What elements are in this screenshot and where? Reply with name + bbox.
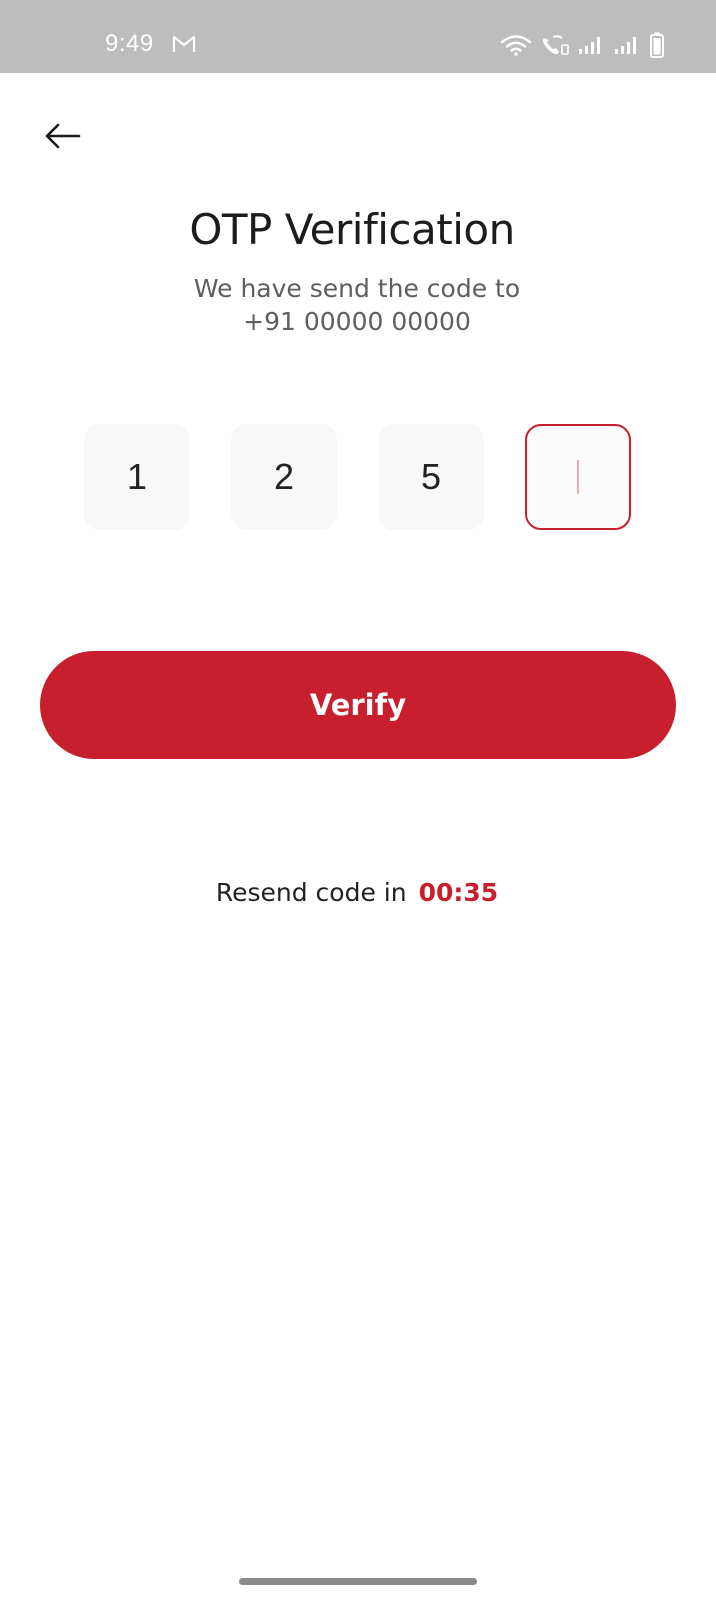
- back-button[interactable]: [38, 118, 88, 158]
- page-title: OTP Verification: [189, 205, 515, 254]
- battery-icon: [650, 32, 664, 58]
- wifi-icon: [500, 34, 532, 56]
- wifi-call-icon: [540, 34, 570, 56]
- home-indicator[interactable]: [239, 1578, 477, 1585]
- resend-row: Resend code in 00:35: [0, 878, 714, 907]
- resend-label: Resend code in: [215, 878, 407, 907]
- subtitle-line-1: We have send the code to: [193, 274, 521, 303]
- arrow-left-icon: [43, 121, 83, 155]
- status-bar: 9:49: [0, 0, 716, 73]
- otp-digit-4[interactable]: [525, 424, 631, 530]
- otp-digit-3[interactable]: 5: [378, 424, 484, 530]
- verify-button[interactable]: Verify: [40, 651, 676, 759]
- otp-input-group: 1 2 5: [84, 424, 632, 532]
- resend-timer: 00:35: [418, 878, 499, 907]
- signal-icon-2: [614, 35, 642, 55]
- signal-icon: [578, 35, 606, 55]
- status-time: 9:49: [105, 30, 154, 57]
- status-icons: [500, 30, 664, 60]
- gmail-icon: [172, 35, 196, 53]
- otp-digit-1[interactable]: 1: [84, 424, 190, 530]
- otp-digit-2[interactable]: 2: [231, 424, 337, 530]
- phone-number: +91 00000 00000: [243, 307, 471, 336]
- text-cursor: [577, 460, 579, 494]
